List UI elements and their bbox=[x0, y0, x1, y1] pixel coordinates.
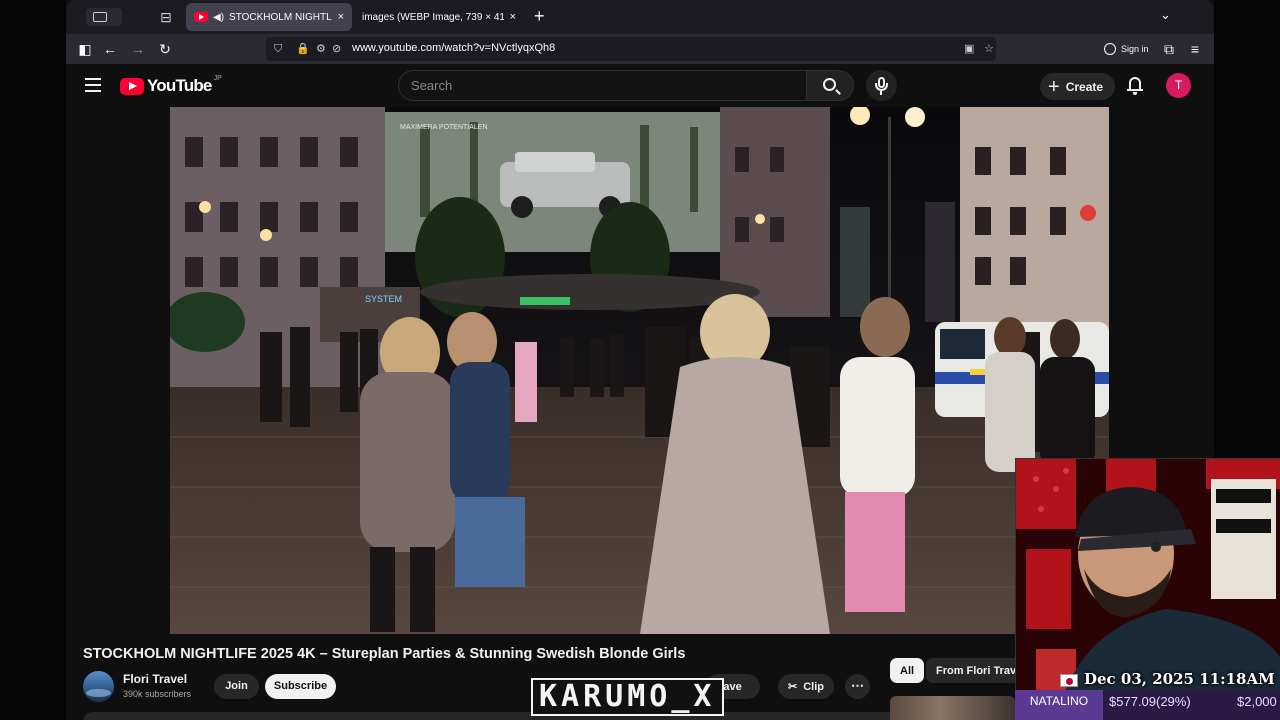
back-button[interactable]: ← bbox=[101, 40, 119, 58]
voice-search-button[interactable] bbox=[866, 70, 897, 101]
japan-flag-icon bbox=[1060, 674, 1078, 687]
lock-icon[interactable]: 🔒 bbox=[296, 41, 310, 57]
youtube-logo[interactable]: YouTube JP bbox=[120, 74, 222, 96]
channel-avatar[interactable] bbox=[83, 671, 114, 702]
description-box[interactable] bbox=[83, 712, 913, 720]
autoplay-blocked-icon[interactable]: ⊘ bbox=[332, 41, 341, 57]
sidebar-toggle-button[interactable] bbox=[86, 8, 122, 26]
extensions-icon[interactable]: ⧉ bbox=[1160, 40, 1178, 58]
tab-image[interactable]: images (WEBP Image, 739 × 415 pixels) × bbox=[354, 3, 524, 31]
search-button[interactable] bbox=[806, 70, 854, 101]
region-code: JP bbox=[213, 74, 222, 82]
subscriber-count: 390k subscribers bbox=[123, 689, 192, 699]
join-button[interactable]: Join bbox=[214, 674, 259, 699]
donation-ticker: NATALINO $577.09(29%) $2,000 bbox=[1015, 690, 1280, 720]
close-tab-icon[interactable]: × bbox=[510, 11, 516, 23]
subscribe-button[interactable]: Subscribe bbox=[265, 674, 336, 699]
account-icon bbox=[1104, 43, 1116, 55]
billboard-text: MAXIMERA POTENTIALEN bbox=[400, 124, 488, 131]
sign-in-button[interactable]: Sign in bbox=[1098, 39, 1155, 59]
more-actions-button[interactable]: ⋯ bbox=[845, 674, 870, 699]
sidebar-view-icon[interactable]: ◧ bbox=[76, 40, 94, 58]
youtube-favicon-icon bbox=[194, 12, 208, 22]
plus-icon: + bbox=[1048, 75, 1060, 98]
shield-icon[interactable]: ⛉ bbox=[274, 41, 282, 57]
stream-datetime: Dec 03, 2025 11:18AM bbox=[1084, 670, 1275, 688]
guide-menu-icon[interactable] bbox=[85, 78, 101, 92]
create-button[interactable]: + Create bbox=[1040, 73, 1116, 100]
bookmark-star-icon[interactable]: ☆ bbox=[984, 41, 994, 57]
forward-button[interactable]: → bbox=[129, 40, 147, 58]
video-frame[interactable]: MAXIMERA POTENTIALEN SYSTEM bbox=[170, 107, 1109, 634]
youtube-play-icon bbox=[120, 77, 144, 95]
video-title: STOCKHOLM NIGHTLIFE 2025 4K – Stureplan … bbox=[83, 646, 686, 662]
speaker-icon[interactable]: ◀) bbox=[213, 12, 224, 23]
ticker-value: $577.09(29%) bbox=[1109, 694, 1191, 709]
search-input[interactable] bbox=[411, 78, 791, 93]
streamer-watermark: KARUMO_X bbox=[531, 678, 724, 716]
chip-all[interactable]: All bbox=[890, 658, 925, 683]
channel-name[interactable]: Flori Travel bbox=[123, 672, 187, 686]
tab-tray-icon[interactable]: ⊟ bbox=[158, 9, 174, 25]
ticker-name: NATALINO bbox=[1015, 690, 1103, 720]
url-text[interactable]: www.youtube.com/watch?v=NVctlyqxQh8 bbox=[352, 42, 555, 54]
sign-in-label: Sign in bbox=[1121, 44, 1149, 54]
new-tab-button[interactable]: + bbox=[534, 6, 545, 26]
clip-button[interactable]: ✂ Clip bbox=[778, 674, 834, 699]
search-icon bbox=[823, 78, 836, 91]
logo-text: YouTube bbox=[147, 76, 212, 95]
recommended-video-thumbnail[interactable] bbox=[890, 696, 1015, 720]
scissors-icon: ✂ bbox=[788, 681, 798, 693]
screen: ⊟ ◀) STOCKHOLM NIGHTLIFE 2025 4K – Sture… bbox=[0, 0, 1280, 720]
tab-bar: ⊟ ◀) STOCKHOLM NIGHTLIFE 2025 4K – Sture… bbox=[66, 0, 1214, 34]
clip-label: Clip bbox=[803, 680, 824, 693]
account-avatar[interactable]: T bbox=[1166, 73, 1191, 98]
tab-title: STOCKHOLM NIGHTLIFE 2025 4K – Stureplan … bbox=[229, 11, 332, 23]
tab-title: images (WEBP Image, 739 × 415 pixels) bbox=[362, 11, 504, 23]
list-all-tabs-icon[interactable]: ⌄ bbox=[1160, 7, 1171, 23]
search-box bbox=[398, 70, 806, 101]
video-player[interactable]: MAXIMERA POTENTIALEN SYSTEM bbox=[170, 107, 1109, 634]
reload-button[interactable]: ↻ bbox=[156, 40, 174, 58]
permissions-icon[interactable]: ⚙ bbox=[316, 41, 326, 57]
shop-sign-text: SYSTEM bbox=[365, 294, 402, 304]
tab-youtube[interactable]: ◀) STOCKHOLM NIGHTLIFE 2025 4K – Sturepl… bbox=[186, 3, 352, 31]
nav-bar: ◧ ← → ↻ ⛉ 🔒 ⚙ ⊘ www.youtube.com/watch?v=… bbox=[66, 34, 1214, 64]
close-tab-icon[interactable]: × bbox=[338, 11, 344, 23]
sidebar-icon bbox=[93, 12, 107, 22]
menu-icon[interactable]: ≡ bbox=[1186, 40, 1204, 58]
ticker-goal: $2,000 bbox=[1237, 694, 1277, 709]
notifications-bell-icon[interactable] bbox=[1126, 75, 1144, 95]
url-bar[interactable]: ⛉ 🔒 ⚙ ⊘ www.youtube.com/watch?v=NVctlyqx… bbox=[266, 37, 996, 61]
create-label: Create bbox=[1065, 79, 1104, 94]
picture-icon[interactable]: ▣ bbox=[964, 41, 974, 57]
